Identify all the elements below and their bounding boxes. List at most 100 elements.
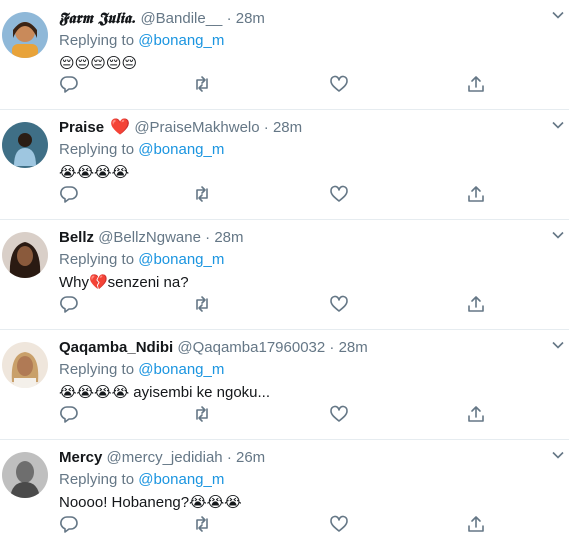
like-button[interactable] (329, 404, 349, 424)
reply-button[interactable] (59, 184, 79, 204)
retweet-icon (196, 406, 208, 422)
chevron-down-icon[interactable] (551, 118, 565, 132)
like-icon (330, 405, 348, 422)
mention-link[interactable]: @bonang_m (138, 32, 224, 49)
replying-to: Replying to @bonang_m (59, 30, 559, 52)
mention-link[interactable]: @bonang_m (138, 141, 224, 158)
retweet-icon (196, 296, 208, 312)
avatar[interactable] (2, 12, 48, 58)
share-icon (468, 296, 484, 312)
separator-dot: · (226, 449, 232, 466)
like-button[interactable] (329, 184, 349, 204)
tweet-actions (59, 404, 484, 426)
like-icon (330, 75, 348, 92)
mention-link[interactable]: @bonang_m (138, 251, 224, 268)
like-icon (330, 515, 348, 532)
display-name[interactable]: Mercy (59, 449, 102, 466)
reply-icon (60, 76, 78, 93)
tweet[interactable]: Qaqamba_Ndibi @Qaqamba17960032 · 28m Rep… (0, 330, 569, 440)
share-icon (468, 76, 484, 92)
replying-to: Replying to @bonang_m (59, 359, 559, 381)
timestamp[interactable]: 28m (273, 119, 302, 136)
retweet-icon (196, 76, 208, 92)
tweet-text: Why💔senzeni na? (59, 274, 189, 291)
like-icon (330, 185, 348, 202)
heart-badge-icon: ❤️ (110, 119, 131, 136)
retweet-button[interactable] (192, 74, 212, 94)
tweet-actions (59, 514, 484, 536)
replying-to: Replying to @bonang_m (59, 469, 559, 491)
reply-feed: 𝕱𝖆𝖗𝖒 𝕵𝖚𝖑𝖎𝖆. @Bandile__ · 28m Replying to… (0, 0, 569, 555)
reply-icon (60, 296, 78, 313)
replying-to-label: Replying to (59, 471, 135, 488)
display-name[interactable]: Qaqamba_Ndibi (59, 339, 173, 356)
replying-to-label: Replying to (59, 32, 135, 49)
chevron-down-icon[interactable] (551, 228, 565, 242)
share-icon (468, 406, 484, 422)
retweet-icon (196, 516, 208, 532)
avatar[interactable] (2, 452, 48, 498)
timestamp[interactable]: 28m (339, 339, 368, 356)
share-button[interactable] (466, 184, 486, 204)
retweet-icon (196, 186, 208, 202)
reply-button[interactable] (59, 404, 79, 424)
user-handle[interactable]: @Qaqamba17960032 (177, 339, 325, 356)
chevron-down-icon[interactable] (551, 338, 565, 352)
replying-to-label: Replying to (59, 361, 135, 378)
reply-button[interactable] (59, 74, 79, 94)
share-button[interactable] (466, 514, 486, 534)
replying-to-label: Replying to (59, 251, 135, 268)
display-name[interactable]: Praise (59, 119, 104, 136)
tweet-text: 😭😭😭😭 (59, 164, 130, 181)
user-handle[interactable]: @mercy_jedidiah (107, 449, 223, 466)
timestamp[interactable]: 28m (214, 229, 243, 246)
share-icon (468, 186, 484, 202)
share-button[interactable] (466, 74, 486, 94)
tweet-actions (59, 184, 484, 206)
share-button[interactable] (466, 294, 486, 314)
separator-dot: · (329, 339, 335, 356)
user-handle[interactable]: @Bandile__ (140, 10, 222, 27)
tweet[interactable]: Mercy @mercy_jedidiah · 26m Replying to … (0, 440, 569, 555)
share-icon (468, 516, 484, 532)
display-name[interactable]: 𝕱𝖆𝖗𝖒 𝕵𝖚𝖑𝖎𝖆. (59, 9, 136, 27)
tweet-actions (59, 74, 484, 96)
separator-dot: · (205, 229, 211, 246)
separator-dot: · (226, 10, 232, 27)
timestamp[interactable]: 28m (236, 10, 265, 27)
reply-button[interactable] (59, 514, 79, 534)
avatar[interactable] (2, 342, 48, 388)
retweet-button[interactable] (192, 514, 212, 534)
like-button[interactable] (329, 514, 349, 534)
avatar[interactable] (2, 232, 48, 278)
separator-dot: · (263, 119, 269, 136)
timestamp[interactable]: 26m (236, 449, 265, 466)
reply-icon (60, 186, 78, 203)
user-handle[interactable]: @PraiseMakhwelo (134, 119, 259, 136)
tweet[interactable]: Bellz @BellzNgwane · 28m Replying to @bo… (0, 220, 569, 330)
avatar[interactable] (2, 122, 48, 168)
retweet-button[interactable] (192, 404, 212, 424)
reply-icon (60, 406, 78, 423)
tweet-actions (59, 294, 484, 316)
mention-link[interactable]: @bonang_m (138, 471, 224, 488)
mention-link[interactable]: @bonang_m (138, 361, 224, 378)
reply-button[interactable] (59, 294, 79, 314)
replying-to: Replying to @bonang_m (59, 139, 559, 161)
reply-icon (60, 516, 78, 533)
tweet[interactable]: 𝕱𝖆𝖗𝖒 𝕵𝖚𝖑𝖎𝖆. @Bandile__ · 28m Replying to… (0, 0, 569, 110)
chevron-down-icon[interactable] (551, 8, 565, 22)
like-button[interactable] (329, 294, 349, 314)
like-icon (330, 295, 348, 312)
retweet-button[interactable] (192, 184, 212, 204)
replying-to: Replying to @bonang_m (59, 249, 559, 271)
tweet-text: 😭😭😭😭 ayisembi ke ngoku... (59, 384, 271, 401)
display-name[interactable]: Bellz (59, 229, 94, 246)
retweet-button[interactable] (192, 294, 212, 314)
chevron-down-icon[interactable] (551, 448, 565, 462)
share-button[interactable] (466, 404, 486, 424)
like-button[interactable] (329, 74, 349, 94)
user-handle[interactable]: @BellzNgwane (98, 229, 201, 246)
tweet-text: Noooo! Hobaneng?😭😭😭 (59, 494, 242, 511)
tweet[interactable]: Praise ❤️ @PraiseMakhwelo · 28m Replying… (0, 110, 569, 220)
